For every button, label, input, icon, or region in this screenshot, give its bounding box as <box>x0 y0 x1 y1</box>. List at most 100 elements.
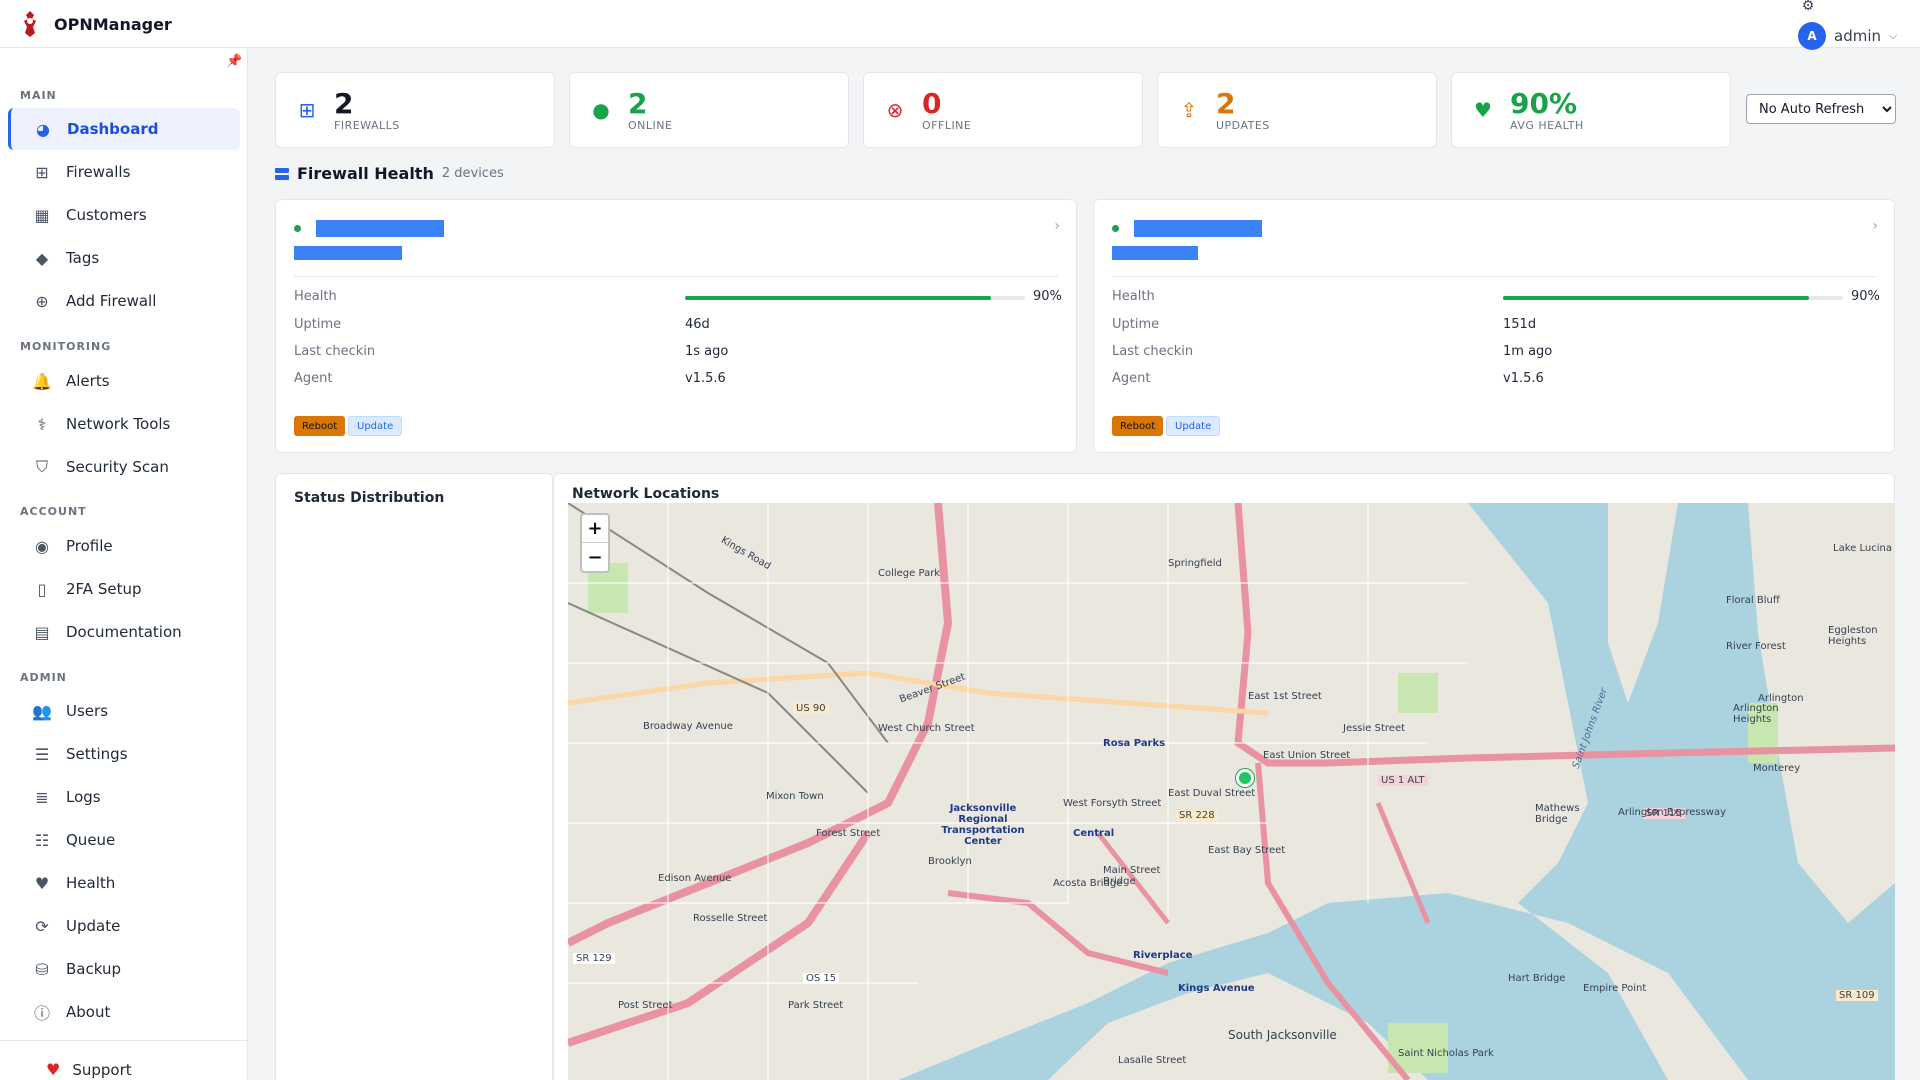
sidebar-item-2fa-setup[interactable]: ▯ 2FA Setup <box>8 568 240 610</box>
sidebar-item-network-tools[interactable]: ⚕ Network Tools <box>8 403 240 445</box>
chevron-right-icon[interactable]: › <box>1054 218 1060 234</box>
database-icon: ⛁ <box>35 959 49 979</box>
sidebar-item-label: Dashboard <box>67 120 159 138</box>
pin-icon[interactable]: 📌 <box>226 54 242 69</box>
chevron-right-icon[interactable]: › <box>1872 218 1878 234</box>
sidebar-item-users[interactable]: 👥 Users <box>8 690 240 732</box>
map-label: Arlington Heights <box>1733 703 1779 725</box>
redacted-device-subtitle <box>1112 246 1198 260</box>
map-label: SR 109 <box>1836 990 1878 1001</box>
map-label: Kings Avenue <box>1178 983 1255 994</box>
brand[interactable]: OPNManager <box>18 9 172 39</box>
map-label: Empire Point <box>1583 983 1647 994</box>
map-label: OS 15 <box>803 973 840 984</box>
user-menu[interactable]: A admin ⌵ <box>1798 22 1897 50</box>
sidebar-item-backup[interactable]: ⛁ Backup <box>8 948 240 990</box>
auto-refresh-select[interactable]: No Auto Refresh <box>1746 94 1896 124</box>
health-percent: 90% <box>1851 289 1880 304</box>
stat-card-online[interactable]: ● 2 ONLINE <box>569 72 849 148</box>
update-button[interactable]: Update <box>1166 416 1221 436</box>
status-dot <box>1112 225 1119 232</box>
sidebar-item-security-scan[interactable]: ⛉ Security Scan <box>8 446 240 488</box>
sidebar-item-label: Network Tools <box>66 415 171 433</box>
status-dot <box>294 225 301 232</box>
section-title-monitoring: MONITORING <box>20 340 112 353</box>
map-label: Post Street <box>618 1000 673 1011</box>
bell-icon: 🔔 <box>32 371 52 391</box>
device-card[interactable]: › Health 90% Uptime 46d Last checkin 1s … <box>275 199 1077 453</box>
server-icon <box>275 167 289 180</box>
support-link[interactable]: ♥ Support <box>46 1060 132 1079</box>
zoom-control[interactable]: + − <box>580 513 610 573</box>
sidebar-item-add-firewall[interactable]: ⊕ Add Firewall <box>8 280 240 322</box>
stat-value: 2 <box>334 86 354 120</box>
health-label: Health <box>294 289 337 304</box>
map-label: US 90 <box>793 703 829 714</box>
sidebar-item-update[interactable]: ⟳ Update <box>8 905 240 947</box>
map-label: Monterey <box>1753 763 1801 774</box>
sidebar-item-profile[interactable]: ◉ Profile <box>8 525 240 567</box>
sidebar-item-about[interactable]: ⓘ About <box>8 991 240 1033</box>
map-label: Saint Nicholas Park <box>1398 1048 1494 1059</box>
book-icon: ▤ <box>34 622 50 642</box>
reboot-button[interactable]: Reboot <box>1112 416 1164 436</box>
sidebar-divider <box>0 1040 248 1041</box>
sidebar-item-label: Documentation <box>66 623 182 641</box>
stat-value: 90% <box>1510 86 1578 120</box>
firewall-location-marker[interactable] <box>1236 769 1254 787</box>
map-label: College Park <box>878 568 941 579</box>
map-label: Brooklyn <box>928 856 972 867</box>
health-bar <box>685 296 1025 300</box>
list-icon: ≣ <box>35 787 49 807</box>
zoom-in-button[interactable]: + <box>582 515 608 543</box>
gear-icon[interactable]: ⚙ <box>1798 0 1818 14</box>
uptime-value: 46d <box>685 317 710 332</box>
network-map[interactable]: + − College Park Springfield Kings Road … <box>568 503 1895 1080</box>
map-label: Rosa Parks <box>1103 738 1166 749</box>
sidebar-item-customers[interactable]: ▦ Customers <box>8 194 240 236</box>
zoom-out-button[interactable]: − <box>582 543 608 571</box>
chevron-down-icon: ⌵ <box>1889 29 1898 42</box>
map-label: SR 129 <box>573 953 615 964</box>
app-title: OPNManager <box>54 14 172 34</box>
sidebar-item-tags[interactable]: ◆ Tags <box>8 237 240 279</box>
map-label: River Forest <box>1726 641 1786 652</box>
panel-title: Network Locations <box>572 486 720 502</box>
stat-card-firewalls[interactable]: ⊞ 2 FIREWALLS <box>275 72 555 148</box>
sidebar-item-settings[interactable]: ☰ Settings <box>8 733 240 775</box>
sidebar-item-dashboard[interactable]: ◕ Dashboard <box>8 108 240 150</box>
sidebar-item-logs[interactable]: ≣ Logs <box>8 776 240 818</box>
circle-check-icon: ● <box>592 98 610 122</box>
reboot-button[interactable]: Reboot <box>294 416 346 436</box>
sidebar-item-alerts[interactable]: 🔔 Alerts <box>8 360 240 402</box>
sidebar-item-health[interactable]: ♥ Health <box>8 862 240 904</box>
map-label: Rosselle Street <box>693 913 768 924</box>
sidebar-item-queue[interactable]: ☷ Queue <box>8 819 240 861</box>
map-label: Riverplace <box>1133 950 1193 961</box>
heartbeat-icon: ♥ <box>1474 98 1492 122</box>
health-bar-fill <box>685 296 991 300</box>
map-label: Jacksonville Regional Transportation Cen… <box>941 803 1025 847</box>
status-distribution-panel: Status Distribution <box>275 473 553 1080</box>
map-label: West Church Street <box>878 723 975 734</box>
map-label: East Duval Street <box>1168 788 1256 799</box>
map-label: Edison Avenue <box>658 873 732 884</box>
user-name: admin <box>1834 27 1881 45</box>
stat-card-offline[interactable]: ⊗ 0 OFFLINE <box>863 72 1143 148</box>
sync-icon: ⟳ <box>35 916 49 936</box>
map-label: Lasalle Street <box>1118 1055 1187 1066</box>
sidebar-item-firewalls[interactable]: ⊞ Firewalls <box>8 151 240 193</box>
stat-value: 0 <box>922 86 942 120</box>
stat-card-updates[interactable]: ⇪ 2 UPDATES <box>1157 72 1437 148</box>
sidebar-item-label: Alerts <box>66 372 110 390</box>
stat-card-avg-health[interactable]: ♥ 90% AVG HEALTH <box>1451 72 1731 148</box>
sidebar-item-documentation[interactable]: ▤ Documentation <box>8 611 240 653</box>
map-label: East 1st Street <box>1248 691 1322 702</box>
firewall-health-header: Firewall Health 2 devices <box>275 164 504 183</box>
device-card[interactable]: › Health 90% Uptime 151d Last checkin 1m… <box>1093 199 1895 453</box>
update-button[interactable]: Update <box>348 416 403 436</box>
health-bar <box>1503 296 1843 300</box>
map-label: Springfield <box>1168 558 1222 569</box>
sidebar-item-label: Firewalls <box>66 163 131 181</box>
network-icon: ⊞ <box>35 162 49 182</box>
